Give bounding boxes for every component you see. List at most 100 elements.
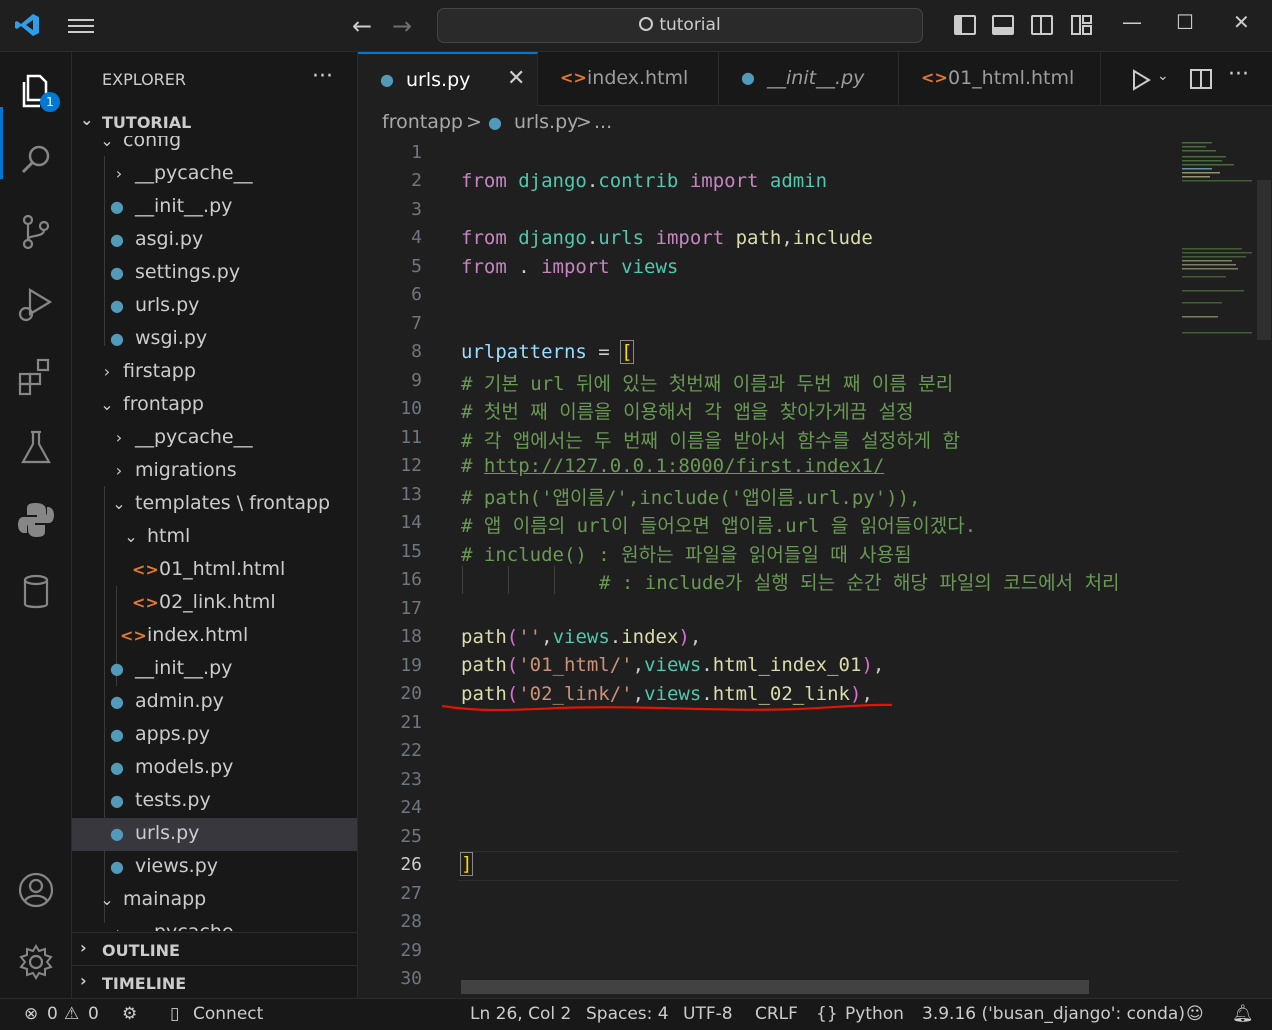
python-interpreter[interactable]: 3.9.16 ('busan_django': conda) [922,1004,1185,1024]
comment-url-link[interactable]: http://127.0.0.1:8000/first.index1/ [484,455,884,477]
extensions-icon[interactable] [14,354,58,398]
tab-index-html[interactable]: <> index.html [538,52,719,106]
debug-icon[interactable]: ⚙ [122,1004,137,1024]
timeline-section-header[interactable]: › TIMELINE [72,965,357,998]
line-number: 20 [400,683,422,704]
feedback-icon[interactable]: ☺ [1186,1004,1204,1024]
editor-more-actions-icon[interactable]: ··· [1228,62,1249,87]
account-icon[interactable] [14,868,58,912]
tab-01-html[interactable]: <> 01_html.html [899,52,1101,106]
settings-gear-icon[interactable] [14,940,58,984]
language-braces-icon[interactable]: {} [816,1004,838,1024]
tree-folder-frontapp[interactable]: ⌄ frontapp [72,389,357,422]
warnings-icon[interactable]: ⚠ [64,1004,79,1024]
horizontal-scrollbar[interactable] [461,980,1089,994]
tree-file-asgi-py[interactable]: ● asgi.py [72,224,357,257]
minimap[interactable] [1180,140,1258,340]
breadcrumb-more[interactable]: ... [594,111,612,133]
warnings-count[interactable]: 0 [88,1004,99,1024]
tree-folder-migrations[interactable]: › migrations [72,455,357,488]
breadcrumb-folder[interactable]: frontapp [382,111,463,133]
more-actions-button[interactable]: ··· [312,64,333,89]
tree-folder-html[interactable]: ⌄ html [72,521,357,554]
menu-icon[interactable] [66,15,96,37]
tree-folder-mainapp-pycache[interactable]: › __pycache__ [72,917,357,931]
tree-file-frontapp-init-py[interactable]: ● __init__.py [72,653,357,686]
tab-init-py[interactable]: ● __init__.py [719,52,899,106]
tree-file-settings-py[interactable]: ● settings.py [72,257,357,290]
tree-file-tests-py[interactable]: ● tests.py [72,785,357,818]
code-line-13-comment: # path('앱이름/',include('앱이름.url.py')), [461,487,921,509]
code-line-14-comment: # 앱 이름의 url이 들어오면 앱이름.url 을 읽어들이겠다. [461,515,977,537]
tree-file-frontapp-urls-py[interactable]: ● urls.py [72,818,357,851]
workspace-section-header[interactable]: ⌄ TUTORIAL [72,108,357,138]
breadcrumb-file[interactable]: urls.py [514,111,578,133]
html-file-icon: <> [560,68,587,87]
python-file-icon: ● [110,659,124,678]
tree-folder-pycache[interactable]: › __pycache__ [72,158,357,191]
tree-file-02-link-html[interactable]: <> 02_link.html [72,587,357,620]
python-file-icon: ● [110,296,124,315]
source-control-icon[interactable] [14,210,58,254]
tree-file-models-py[interactable]: ● models.py [72,752,357,785]
notifications-bell-icon[interactable]: 🔔︎ [1232,1004,1254,1024]
code-line-11-comment: # 각 앱에서는 두 번째 이름을 받아서 함수를 설정하게 함 [461,430,960,452]
line-number: 28 [400,911,422,932]
tab-urls-py[interactable]: ● urls.py ✕ [358,52,538,106]
cursor-position[interactable]: Ln 26, Col 2 [470,1004,571,1024]
tree-folder-mainapp[interactable]: ⌄ mainapp [72,884,357,917]
tree-file-views-py[interactable]: ● views.py [72,851,357,884]
command-center-search[interactable]: tutorial [437,8,923,43]
toggle-primary-sidebar-icon[interactable] [954,15,976,35]
file-encoding[interactable]: UTF-8 [683,1004,733,1024]
search-icon[interactable] [14,138,58,182]
database-icon[interactable] [14,570,58,614]
python-file-icon: ● [741,68,755,87]
tree-file-admin-py[interactable]: ● admin.py [72,686,357,719]
workspace-name: TUTORIAL [102,113,192,132]
connect-button[interactable]: Connect [193,1004,263,1024]
customize-layout-icon[interactable] [1071,15,1093,35]
connect-icon[interactable]: ▯ [170,1004,179,1024]
code-editor[interactable]: 1 2 3 4 5 6 7 8 9 10 11 12 13 14 15 16 1… [358,140,1272,998]
indentation[interactable]: Spaces: 4 [586,1004,669,1024]
vertical-scrollbar[interactable] [1257,180,1271,340]
back-arrow-button[interactable]: ← [352,12,372,40]
tree-file-init-py[interactable]: ● __init__.py [72,191,357,224]
tree-file-wsgi-py[interactable]: ● wsgi.py [72,323,357,356]
toggle-secondary-sidebar-icon[interactable] [1031,15,1053,35]
tree-folder-firstapp[interactable]: › firstapp [72,356,357,389]
tree-file-index-html[interactable]: <> index.html [72,620,357,653]
python-icon[interactable] [14,498,58,542]
testing-icon[interactable] [14,426,58,470]
toggle-panel-icon[interactable] [992,15,1014,35]
errors-icon[interactable]: ⊗ [24,1004,38,1024]
minimize-button[interactable]: — [1122,10,1142,34]
line-number: 8 [411,341,422,362]
errors-count[interactable]: 0 [47,1004,58,1024]
chevron-down-icon: ⌄ [112,494,126,513]
maximize-button[interactable]: ☐ [1176,10,1194,34]
run-debug-icon[interactable] [14,282,58,326]
outline-section-header[interactable]: › OUTLINE [72,932,357,965]
close-window-button[interactable]: ✕ [1233,10,1250,34]
tree-folder-templates-frontapp[interactable]: ⌄ templates \ frontapp [72,488,357,521]
line-number: 14 [400,512,422,533]
tree-file-config-urls-py[interactable]: ● urls.py [72,290,357,323]
python-file-icon: ● [110,230,124,249]
line-number: 7 [411,313,422,334]
chevron-down-icon: ⌄ [100,890,114,909]
forward-arrow-button[interactable]: → [392,12,412,40]
tree-file-apps-py[interactable]: ● apps.py [72,719,357,752]
split-editor-icon[interactable] [1190,69,1212,89]
vscode-logo-icon [15,14,39,36]
close-tab-icon[interactable]: ✕ [507,66,525,91]
language-mode[interactable]: Python [845,1004,904,1024]
breadcrumb: frontapp > ● urls.py > ... [358,106,1272,140]
tree-folder-frontapp-pycache[interactable]: › __pycache__ [72,422,357,455]
tree-folder-config[interactable]: ⌄ config [72,136,357,158]
line-ending[interactable]: CRLF [755,1004,798,1024]
tree-file-01-html[interactable]: <> 01_html.html [72,554,357,587]
run-dropdown-chevron-icon[interactable]: ⌄ [1157,68,1169,84]
run-python-file-icon[interactable] [1130,69,1152,91]
